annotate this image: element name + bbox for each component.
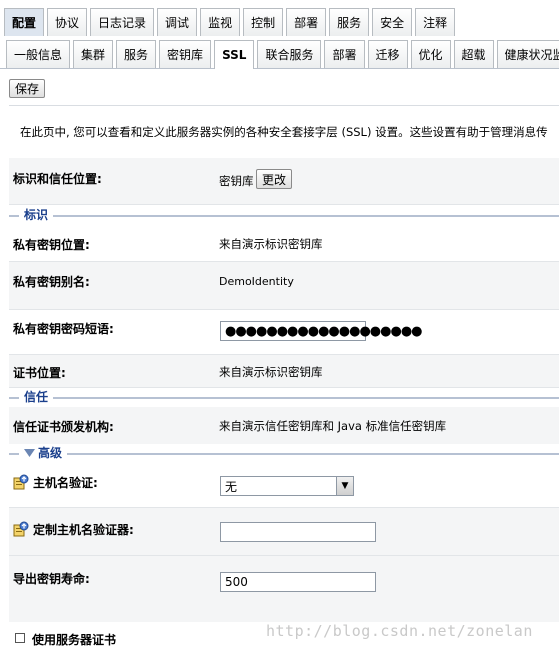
primary-tab-7[interactable]: 服务 (329, 8, 370, 36)
section-divider (9, 397, 559, 399)
certificate-location-value: 来自演示标识密钥库 (219, 365, 323, 379)
use-server-certs-checkbox[interactable] (15, 633, 25, 643)
identity-trust-row: 标识和信任位置: 密钥库 更改 (9, 158, 559, 205)
primary-tab-5[interactable]: 控制 (243, 8, 284, 36)
section-advanced-header: 高级 (9, 445, 559, 461)
primary-tab-bar: 配置 协议 日志记录 调试 监视 控制 部署 服务 安全 注释 (0, 0, 559, 36)
certificate-location-row: 证书位置: 来自演示标识密钥库 (9, 355, 559, 388)
primary-tab-8[interactable]: 安全 (372, 8, 413, 36)
secondary-tab-0[interactable]: 一般信息 (6, 40, 71, 68)
secondary-tab-3[interactable]: 密钥库 (159, 40, 212, 68)
secondary-tab-6[interactable]: 部署 (324, 40, 365, 68)
private-key-passphrase-label: 私有密钥密码短语: (13, 322, 114, 336)
custom-hostname-verifier-label: 定制主机名验证器: (33, 523, 134, 537)
certificate-location-label: 证书位置: (13, 366, 66, 380)
primary-tab-1[interactable]: 协议 (47, 8, 88, 36)
primary-tab-2[interactable]: 日志记录 (90, 8, 155, 36)
private-key-location-row: 私有密钥位置: 来自演示标识密钥库 (9, 224, 559, 262)
primary-tab-6[interactable]: 部署 (286, 8, 327, 36)
section-identity-title: 标识 (19, 207, 54, 223)
passphrase-field[interactable]: ●●●●●●●●●●●●●●●●●●● (220, 321, 423, 341)
secondary-tab-7[interactable]: 迁移 (367, 40, 408, 68)
primary-tab-9[interactable]: 注释 (415, 8, 456, 36)
identity-trust-label: 标识和信任位置: (13, 172, 102, 186)
trusted-ca-row: 信任证书颁发机构: 来自演示信任密钥库和 Java 标准信任密钥库 (9, 407, 559, 444)
secondary-tab-bar: 一般信息集群服务密钥库SSL联合服务部署迁移优化超载健康状况监控 (0, 36, 559, 69)
use-server-certs-label: 使用服务器证书 (32, 633, 117, 647)
secondary-tab-4[interactable]: SSL (214, 40, 255, 69)
section-trust-header: 信任 (9, 389, 559, 405)
secondary-tab-10[interactable]: 健康状况监控 (496, 40, 559, 68)
restart-required-icon (13, 521, 29, 537)
watermark-text: http://blog.csdn.net/zonelan (266, 622, 533, 640)
intro-text: 在此页中, 您可以查看和定义此服务器实例的各种安全套接字层 (SSL) 设置。这… (20, 125, 548, 139)
change-button[interactable]: 更改 (256, 169, 293, 189)
secondary-tab-1[interactable]: 集群 (73, 40, 114, 68)
section-advanced-title: 高级 (38, 446, 63, 460)
identity-trust-value: 密钥库 (219, 174, 254, 188)
section-identity-header: 标识 (9, 207, 559, 223)
secondary-tab-9[interactable]: 超载 (453, 40, 494, 68)
primary-tab-3[interactable]: 调试 (157, 8, 198, 36)
hostname-verification-select[interactable]: 无 ▼ (220, 476, 354, 496)
chevron-down-icon (24, 449, 35, 457)
primary-tab-0[interactable]: 配置 (4, 8, 45, 36)
save-button[interactable]: 保存 (9, 79, 46, 98)
primary-tab-4[interactable]: 监视 (200, 8, 241, 36)
trusted-ca-value: 来自演示信任密钥库和 Java 标准信任密钥库 (219, 419, 447, 433)
divider (9, 105, 559, 106)
export-key-lifespan-label: 导出密钥寿命: (13, 572, 90, 586)
restart-required-icon (13, 474, 29, 490)
secondary-tab-8[interactable]: 优化 (410, 40, 451, 68)
private-key-alias-value: DemoIdentity (219, 275, 294, 288)
secondary-tab-2[interactable]: 服务 (116, 40, 157, 68)
section-divider (9, 215, 559, 217)
export-key-lifespan-input[interactable]: 500 (220, 572, 376, 592)
section-advanced-toggle[interactable]: 高级 (19, 445, 68, 461)
private-key-location-label: 私有密钥位置: (13, 238, 90, 252)
secondary-tab-5[interactable]: 联合服务 (257, 40, 322, 68)
custom-hostname-verifier-input[interactable] (220, 522, 376, 542)
trusted-ca-label: 信任证书颁发机构: (13, 420, 114, 434)
section-trust-title: 信任 (19, 389, 54, 405)
section-divider (9, 453, 559, 455)
private-key-alias-label: 私有密钥别名: (13, 275, 90, 289)
hostname-verification-value: 无 (225, 479, 238, 494)
private-key-alias-row: 私有密钥别名: DemoIdentity (9, 262, 559, 310)
hostname-verification-label: 主机名验证: (33, 476, 98, 490)
private-key-location-value: 来自演示标识密钥库 (219, 237, 323, 251)
dropdown-arrow-icon: ▼ (336, 477, 353, 495)
